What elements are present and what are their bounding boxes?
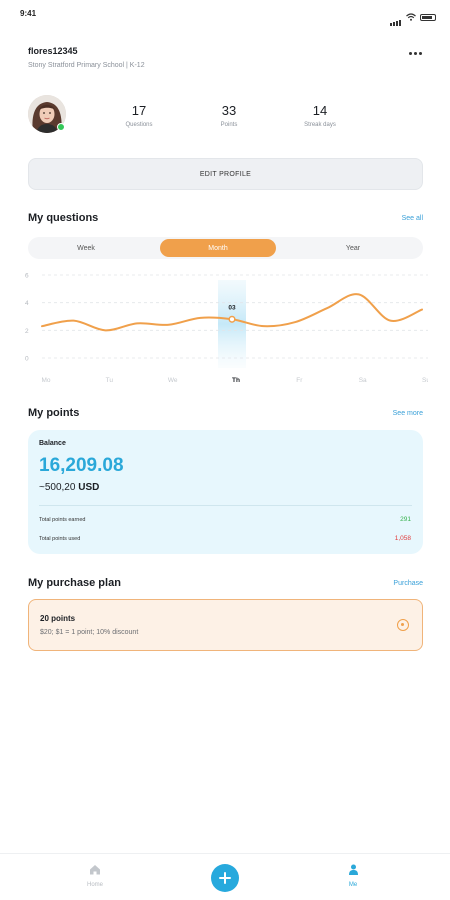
usd-unit: USD bbox=[78, 482, 100, 493]
card-divider bbox=[39, 505, 412, 506]
highlight-point bbox=[228, 315, 236, 323]
purchase-link[interactable]: Purchase bbox=[393, 580, 423, 587]
questions-chart: 0 2 4 6 03 Mo Tu We Th Fr Sa Su bbox=[25, 273, 428, 384]
edit-profile-button[interactable]: EDIT PROFILE bbox=[28, 158, 423, 190]
stat-value: 17 bbox=[131, 103, 147, 118]
x-tick-label: We bbox=[168, 377, 178, 384]
username: flores12345 bbox=[28, 46, 78, 56]
stat-label: Questions bbox=[125, 122, 153, 128]
online-status-dot bbox=[57, 123, 65, 131]
my-points-title: My points bbox=[28, 407, 80, 419]
balance-usd: ~500,20 USD bbox=[39, 482, 99, 493]
y-tick-label: 4 bbox=[25, 300, 29, 307]
purchase-plan-title: My purchase plan bbox=[28, 577, 121, 589]
tab-month[interactable]: Month bbox=[160, 239, 276, 257]
plan-detail: $20; $1 = 1 point; 10% discount bbox=[40, 629, 139, 636]
tab-week[interactable]: Week bbox=[28, 239, 144, 257]
y-tick-label: 6 bbox=[25, 273, 29, 280]
earned-value: 291 bbox=[400, 516, 411, 523]
y-tick-label: 2 bbox=[25, 328, 29, 335]
plan-title: 20 points bbox=[40, 614, 76, 623]
stat-value: 33 bbox=[221, 103, 237, 118]
earned-label: Total points earned bbox=[39, 517, 86, 523]
plus-icon bbox=[219, 872, 231, 884]
x-tick-label: Mo bbox=[41, 377, 50, 384]
stat-label: Streak days bbox=[304, 122, 336, 128]
tab-year[interactable]: Year bbox=[295, 239, 411, 257]
balance-value: 16,209.08 bbox=[39, 455, 124, 476]
profile-header: flores12345 Stony Stratford Primary Scho… bbox=[28, 46, 428, 69]
add-question-button[interactable] bbox=[211, 864, 239, 892]
wifi-icon bbox=[406, 13, 416, 21]
more-options-icon[interactable] bbox=[409, 52, 422, 55]
stat-label: Points bbox=[220, 122, 238, 128]
highlight-band bbox=[218, 280, 246, 368]
stat-points[interactable]: 33 Points bbox=[194, 103, 264, 128]
tab-me[interactable]: Me bbox=[323, 862, 383, 888]
x-tick-label: Su bbox=[422, 377, 428, 384]
status-time: 9:41 bbox=[20, 9, 37, 18]
stat-value: 14 bbox=[312, 103, 328, 118]
x-tick-label: Sa bbox=[359, 377, 367, 384]
home-icon bbox=[90, 865, 100, 875]
usd-amount: ~500,20 bbox=[39, 482, 76, 493]
battery-icon bbox=[420, 13, 436, 21]
x-tick-label: Fr bbox=[296, 377, 303, 384]
bottom-tab-bar: Home Me bbox=[0, 853, 450, 900]
highlight-value-label: 03 bbox=[228, 304, 236, 311]
tab-home-label: Home bbox=[86, 882, 103, 888]
tab-me-label: Me bbox=[348, 882, 358, 888]
x-tick-label: Th bbox=[232, 377, 240, 384]
plan-radio-selected[interactable] bbox=[397, 619, 409, 631]
signal-icon bbox=[390, 8, 402, 26]
school-name: Stony Stratford Primary School | K-12 bbox=[28, 62, 145, 69]
see-all-link[interactable]: See all bbox=[402, 215, 423, 222]
points-card: Balance 16,209.08 ~500,20 USD Total poin… bbox=[28, 430, 423, 554]
see-more-link[interactable]: See more bbox=[393, 410, 423, 417]
my-questions-title: My questions bbox=[28, 212, 99, 224]
y-tick-label: 0 bbox=[25, 356, 29, 363]
stat-streak-days[interactable]: 14 Streak days bbox=[285, 103, 355, 128]
x-tick-label: Tu bbox=[106, 377, 114, 384]
used-value: 1,058 bbox=[394, 535, 411, 542]
profile-summary: 17 Questions 33 Points 14 Streak days bbox=[28, 95, 423, 139]
purchase-plan-option[interactable]: 20 points $20; $1 = 1 point; 10% discoun… bbox=[28, 599, 423, 651]
tab-home[interactable]: Home bbox=[65, 862, 125, 888]
period-selector: Week Month Year bbox=[28, 237, 423, 259]
status-bar: 9:41 bbox=[0, 0, 450, 28]
person-icon bbox=[348, 864, 358, 875]
balance-label: Balance bbox=[39, 440, 66, 447]
used-label: Total points used bbox=[39, 536, 81, 542]
status-icons bbox=[390, 8, 436, 26]
stat-questions[interactable]: 17 Questions bbox=[104, 103, 174, 128]
